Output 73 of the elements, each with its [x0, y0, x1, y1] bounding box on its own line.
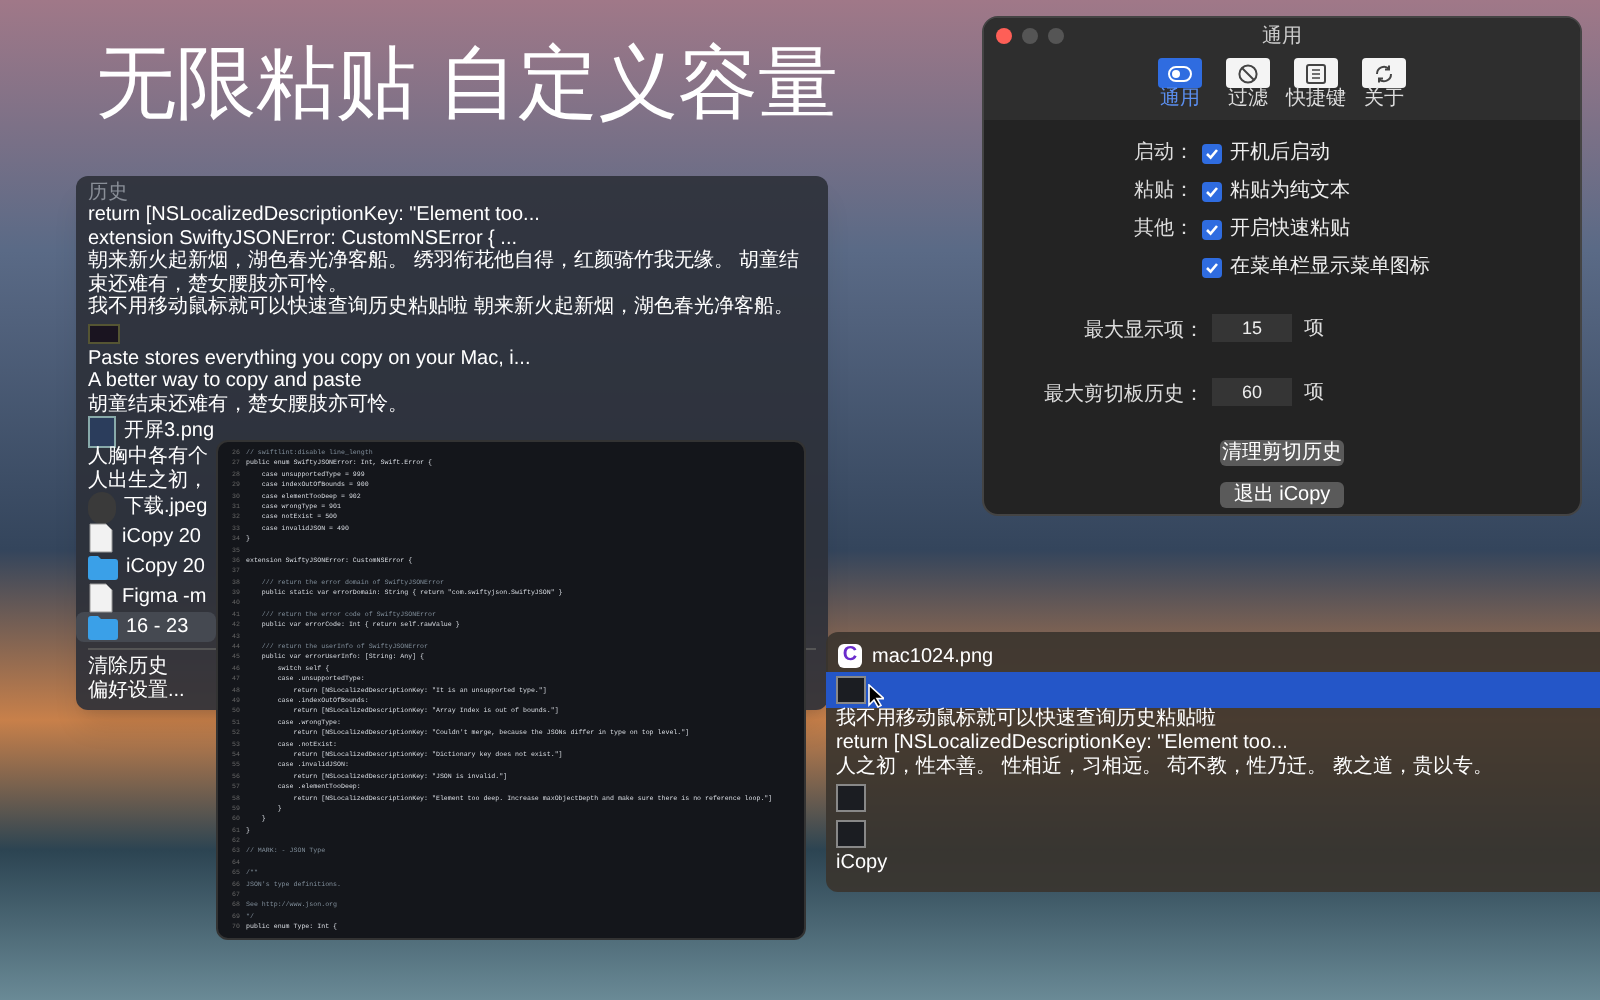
menu-item[interactable]: 偏好设置... [76, 680, 197, 704]
history-item[interactable]: return [NSLocalizedDescriptionKey: "Element too... [76, 204, 552, 227]
file-name: 下载.jpeg [124, 493, 208, 522]
history-item[interactable]: 胡童结束还难有，楚女腰肢亦可怜。 [76, 393, 420, 416]
history-item[interactable]: extension SwiftyJSONError: CustomNSError { ... [76, 227, 530, 250]
history-item[interactable]: Figma -m [76, 582, 219, 612]
history-item[interactable]: 下载.jpeg [76, 492, 220, 522]
push-button[interactable]: 退出 iCopy [1220, 482, 1344, 508]
history-item[interactable]: iCopy 20 [76, 552, 217, 582]
clipboard-item[interactable]: 我不用移动鼠标就可以快速查询历史粘贴啦 [826, 708, 1600, 732]
history-item[interactable]: 16 - 23 [76, 612, 216, 642]
history-item[interactable]: A better way to copy and paste [76, 370, 374, 393]
app-icon: C [838, 644, 862, 668]
history-item[interactable]: 人胸中各有个 [76, 446, 220, 469]
toolbar-tab[interactable]: 通用 [1154, 58, 1206, 112]
toolbar-tab[interactable]: 关于 [1358, 58, 1410, 112]
close-button[interactable] [996, 28, 1012, 44]
checkbox[interactable] [1202, 219, 1222, 239]
unit-label: 项 [1304, 379, 1324, 407]
history-item[interactable]: 朝来新火起新烟，湖色春光净客船。 绣羽衔花他自得，红颜骑竹我无缘。 胡童结束还难有，楚女腰肢亦可怜。 [76, 250, 828, 296]
clipboard-item[interactable]: return [NSLocalizedDescriptionKey: "Element too... [826, 732, 1600, 756]
file-name: mac1024.png [872, 643, 994, 671]
thumbnail-image [836, 784, 866, 812]
refresh-icon [1374, 63, 1394, 83]
document-icon [88, 521, 114, 553]
clipboard-item[interactable]: 人之初，性本善。 性相近，习相远。 苟不教，性乃迁。 教之道，贵以专。 [826, 756, 1600, 780]
folder-icon [88, 555, 118, 579]
avatar-file-icon [88, 491, 116, 523]
thumbnail-image [836, 820, 866, 848]
history-item[interactable]: Paste stores everything you copy on your Mac, i... [76, 347, 543, 370]
field-label: 最大剪切板历史： [1044, 384, 1204, 406]
checkbox[interactable] [1202, 257, 1222, 277]
checkbox[interactable] [1202, 181, 1222, 201]
file-name: iCopy 20 [126, 554, 205, 582]
minimize-button[interactable] [1022, 28, 1038, 44]
window-title: 通用 [1262, 23, 1302, 51]
headline: 无限粘贴 自定义容量 [96, 38, 839, 132]
field-label: 粘贴： [1134, 180, 1194, 202]
field-label: 其他： [1134, 218, 1194, 240]
image-file-icon [88, 415, 116, 447]
toolbar-tab[interactable]: 快捷键 [1290, 58, 1342, 112]
menu-item[interactable]: 清除历史 [76, 656, 180, 680]
unit-label: 项 [1304, 315, 1324, 343]
file-name: 16 - 23 [126, 614, 189, 642]
zoom-button[interactable] [1048, 28, 1064, 44]
checkbox-label: 粘贴为纯文本 [1230, 178, 1350, 204]
checkbox-label: 在菜单栏显示菜单图标 [1230, 254, 1430, 280]
document-icon [88, 581, 114, 613]
number-field[interactable]: 15 [1212, 314, 1292, 342]
history-item[interactable]: 人出生之初， [76, 469, 220, 492]
push-button[interactable]: 清理剪切历史 [1220, 440, 1344, 466]
history-item[interactable]: 开屏3.png [76, 416, 227, 446]
field-label: 启动： [1134, 142, 1194, 164]
checkbox[interactable] [1202, 143, 1222, 163]
folder-icon [88, 615, 118, 639]
toolbar-tab[interactable]: 过滤 [1222, 58, 1274, 112]
file-name: 开屏3.png [124, 418, 215, 445]
toggle-icon [1168, 65, 1192, 81]
checkbox-label: 开启快速粘贴 [1230, 216, 1350, 242]
menu-title: 历史 [86, 182, 130, 204]
number-field[interactable]: 60 [1212, 378, 1292, 406]
checkbox-label: 开机后启动 [1230, 140, 1330, 166]
clipboard-item[interactable]: iCopy [826, 852, 1600, 876]
file-name: Figma -m [122, 584, 207, 612]
thumbnail-image [88, 323, 120, 343]
cursor-icon [868, 684, 884, 708]
file-name: iCopy 20 [122, 524, 201, 552]
history-item[interactable]: 我不用移动鼠标就可以快速查询历史粘贴啦 朝来新火起新烟，湖色春光净客船。 [76, 296, 806, 319]
prohibited-icon [1238, 63, 1258, 83]
history-item[interactable]: iCopy 20 [76, 522, 213, 552]
field-label: 最大显示项： [1084, 320, 1204, 342]
thumbnail-image [836, 676, 866, 704]
clipboard-item[interactable] [826, 672, 1600, 708]
